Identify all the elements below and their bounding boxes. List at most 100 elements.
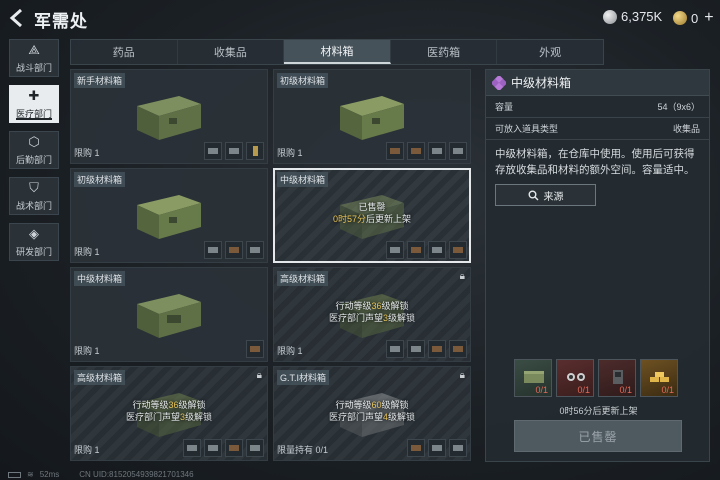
purchase-limit: 限购 1	[277, 346, 303, 356]
item-card-selected[interactable]: 中级材料箱 已售罄 0时57分后更新上架	[273, 168, 471, 263]
material-box-image	[137, 96, 201, 140]
content-item[interactable]: 0/1	[598, 359, 636, 397]
lock-icon: 🔒︎	[459, 370, 465, 381]
box-contents: 0/1 0/1 0/1 0/1	[514, 359, 678, 397]
gold-bars-icon	[650, 372, 669, 382]
nav-label: 医疗部门	[15, 108, 52, 119]
nav-item-combat[interactable]: ⟁ 战斗部门	[9, 39, 59, 77]
content-item[interactable]: 0/1	[640, 359, 678, 397]
tab-appearance[interactable]: 外观	[497, 40, 603, 64]
tab-medicine[interactable]: 药品	[71, 40, 178, 64]
item-thumb	[204, 142, 222, 160]
nav-item-medical[interactable]: ✚ 医疗部门	[9, 85, 59, 123]
detail-title: 中级材料箱	[511, 76, 572, 90]
contents-preview	[386, 241, 467, 259]
holding-limit: 限量持有 0/1	[277, 445, 329, 455]
contents-preview	[386, 340, 467, 358]
material-box-image	[137, 294, 201, 338]
item-thumb	[449, 142, 467, 160]
item-thumb	[428, 340, 446, 358]
ping-value: 52ms	[39, 470, 60, 479]
req-text: 行动等级	[335, 301, 372, 311]
silver-coin-icon	[603, 9, 617, 24]
req-text: 医疗部门声望	[328, 313, 383, 323]
add-currency-button[interactable]: +	[704, 9, 713, 27]
category-tabs: 药品 收集品 材料箱 医药箱 外观	[70, 39, 604, 65]
req-value: 36	[371, 301, 382, 311]
content-item[interactable]: 0/1	[556, 359, 594, 397]
level-requirement: 行动等级60级解锁	[274, 399, 470, 411]
item-card[interactable]: 中级材料箱 限购 1	[70, 267, 268, 362]
item-card-locked[interactable]: 高级材料箱 🔒︎ 行动等级36级解锁 医疗部门声望3级解锁 限购 1	[273, 267, 471, 362]
row-label: 可放入道具类型	[495, 124, 559, 134]
item-thumb	[428, 241, 446, 259]
row-value: 54（9x6）	[657, 102, 700, 112]
contents-preview	[183, 439, 264, 457]
purchase-limit: 限购 1	[277, 148, 303, 158]
item-thumb	[225, 241, 243, 259]
source-button[interactable]: 来源	[495, 184, 596, 206]
req-text: 级解锁	[381, 400, 409, 410]
nav-item-logistics[interactable]: ⬡ 后勤部门	[9, 131, 59, 169]
department-nav: ⟁ 战斗部门 ✚ 医疗部门 ⬡ 后勤部门 ⛉ 战术部门 ◈ 研发部门	[9, 39, 59, 269]
tab-medkit[interactable]: 医药箱	[391, 40, 498, 64]
item-type-row: 可放入道具类型 收集品	[486, 118, 709, 140]
gold-coin-icon	[673, 11, 687, 25]
item-card-locked[interactable]: 高级材料箱 🔒︎ 行动等级36级解锁 医疗部门声望3级解锁 限购 1	[70, 366, 268, 461]
source-label: 来源	[543, 191, 564, 203]
item-thumb	[246, 340, 264, 358]
reputation-requirement: 医疗部门声望3级解锁	[274, 312, 470, 324]
item-thumb	[407, 142, 425, 160]
item-thumb	[407, 439, 425, 457]
item-card[interactable]: 新手材料箱 限购 1	[70, 69, 268, 164]
content-item[interactable]: 0/1	[514, 359, 552, 397]
item-thumb	[449, 439, 467, 457]
back-arrow-icon[interactable]	[8, 8, 26, 28]
contents-preview	[407, 439, 467, 457]
item-thumb	[225, 439, 243, 457]
purchase-limit: 限购 1	[74, 148, 100, 158]
nav-item-research[interactable]: ◈ 研发部门	[9, 223, 59, 261]
req-text: 级解锁	[388, 313, 416, 323]
item-thumb	[386, 142, 404, 160]
content-qty: 0/1	[661, 385, 674, 395]
req-text: 行动等级	[132, 400, 169, 410]
content-qty: 0/1	[535, 385, 548, 395]
item-thumb	[449, 340, 467, 358]
req-text: 级解锁	[178, 400, 206, 410]
restock-note: 0时56分后更新上架	[559, 406, 638, 416]
tab-collectibles[interactable]: 收集品	[178, 40, 285, 64]
row-label: 容量	[495, 102, 514, 112]
content-qty: 0/1	[619, 385, 632, 395]
level-requirement: 行动等级36级解锁	[274, 300, 470, 312]
req-text: 级解锁	[185, 412, 213, 422]
tab-material-box[interactable]: 材料箱	[284, 40, 391, 64]
sold-out-label: 已售罄	[358, 202, 386, 212]
restock-suffix: 后更新上架	[366, 214, 412, 224]
item-thumb	[407, 241, 425, 259]
item-card[interactable]: 初级材料箱 限购 1	[70, 168, 268, 263]
rarity-diamond-icon	[492, 75, 506, 90]
req-text: 医疗部门声望	[125, 412, 180, 422]
item-thumb	[204, 241, 222, 259]
item-thumb	[225, 142, 243, 160]
purchase-limit: 限购 1	[74, 247, 100, 257]
card-name: G.T.I材料箱	[277, 370, 330, 385]
item-description: 中级材料箱，在仓库中使用。使用后可获得存放收集品和材料的额外空间。容量适中。	[495, 148, 695, 176]
item-thumb	[204, 439, 222, 457]
logistics-icon: ⬡	[28, 133, 40, 149]
reputation-requirement: 医疗部门声望4级解锁	[274, 411, 470, 423]
tactical-shield-icon: ⛉	[29, 179, 39, 195]
nav-label: 战术部门	[15, 200, 52, 211]
wifi-icon: ≋	[27, 470, 34, 479]
nav-item-tactical[interactable]: ⛉ 战术部门	[9, 177, 59, 215]
item-thumb	[246, 241, 264, 259]
item-card-locked[interactable]: G.T.I材料箱 🔒︎ 行动等级60级解锁 医疗部门声望4级解锁 限量持有 0/…	[273, 366, 471, 461]
buy-button-disabled[interactable]: 已售罄	[514, 420, 682, 452]
medical-cross-icon: ✚	[28, 87, 40, 103]
restock-timer: 0时57分后更新上架	[274, 213, 470, 225]
req-text: 级解锁	[381, 301, 409, 311]
item-card[interactable]: 初级材料箱 限购 1	[273, 69, 471, 164]
card-name: 高级材料箱	[277, 271, 329, 286]
lock-icon: 🔒︎	[459, 271, 465, 282]
